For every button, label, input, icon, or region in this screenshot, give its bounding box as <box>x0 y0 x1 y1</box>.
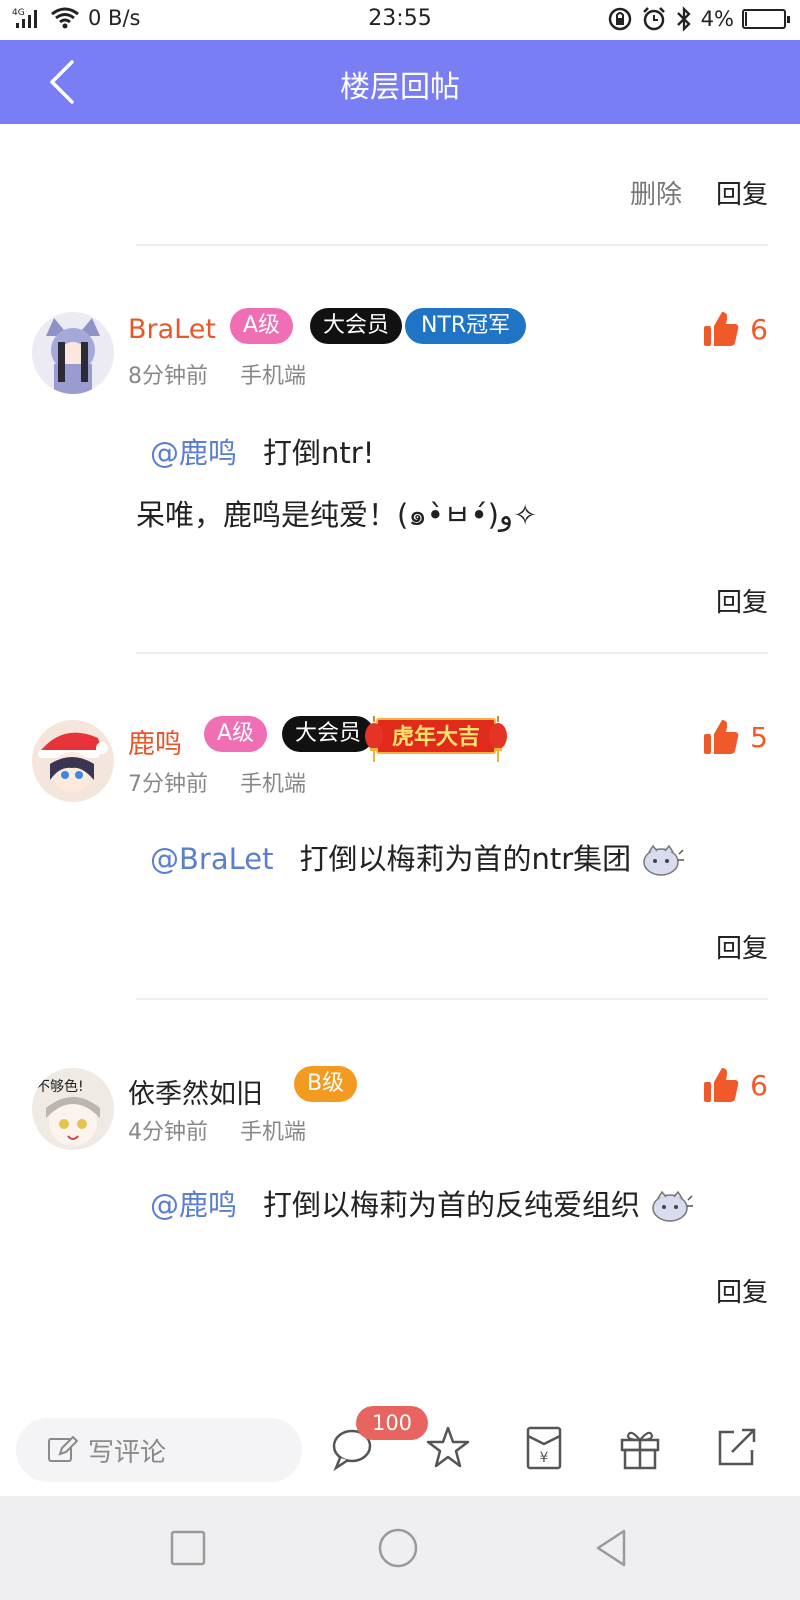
like-button[interactable]: 6 <box>702 310 768 348</box>
comment-device: 手机端 <box>240 364 307 389</box>
battery-percent: 4% <box>700 7 734 31</box>
avatar-caption: 不够色! <box>36 1079 84 1095</box>
previous-reply-actions: 删除 回复 <box>630 174 768 211</box>
avatar[interactable]: 不够色! <box>32 1068 114 1150</box>
sticker-emoji-icon <box>652 1190 694 1222</box>
home-circle-icon[interactable] <box>376 1526 420 1570</box>
festival-badge: 虎年大吉 <box>376 718 497 754</box>
svg-text:¥: ¥ <box>540 1450 549 1466</box>
recents-square-icon[interactable] <box>166 1526 210 1570</box>
title-badge: NTR冠军 <box>405 308 527 344</box>
mention-link[interactable]: @鹿鸣 <box>150 1188 237 1222</box>
reply-button[interactable]: 回复 <box>716 1272 768 1309</box>
comment-meta: 8分钟前 手机端 <box>128 358 306 390</box>
comment-time: 7分钟前 <box>128 772 208 797</box>
avatar[interactable] <box>32 312 114 394</box>
back-triangle-icon[interactable] <box>590 1526 634 1570</box>
lantern-icon <box>489 716 507 762</box>
like-button[interactable]: 5 <box>702 718 768 756</box>
bottom-toolbar: 写评论 100 ¥ <box>0 1406 800 1496</box>
system-nav-bar <box>0 1496 800 1600</box>
vip-badge: 大会员 <box>282 716 375 752</box>
top-bar: 楼层回帖 <box>0 40 800 124</box>
comment-meta: 7分钟前 手机端 <box>128 766 306 798</box>
comment-placeholder: 写评论 <box>88 1437 167 1468</box>
comment-actions: 回复 <box>716 1272 768 1309</box>
comment-input[interactable]: 写评论 <box>16 1418 302 1482</box>
comment-text-line: 打倒以梅莉为首的ntr集团 <box>299 842 632 876</box>
comment-text: @BraLet 打倒以梅莉为首的ntr集团 <box>150 836 685 878</box>
like-count: 5 <box>750 720 768 754</box>
share-icon[interactable] <box>712 1424 760 1472</box>
like-button[interactable]: 6 <box>702 1066 768 1104</box>
level-badge: A级 <box>230 308 294 344</box>
thumbs-up-icon <box>704 1068 739 1102</box>
level-badge: B级 <box>294 1066 358 1102</box>
red-packet-icon[interactable]: ¥ <box>520 1424 568 1472</box>
sticker-emoji-icon <box>643 844 685 876</box>
reply-button[interactable]: 回复 <box>716 582 768 619</box>
thumbs-up-icon <box>704 312 739 346</box>
username[interactable]: BraLet <box>128 314 216 345</box>
battery-icon <box>742 9 790 29</box>
comment-device: 手机端 <box>240 1120 307 1145</box>
username[interactable]: 鹿鸣 <box>128 722 182 761</box>
comment-text-line-2: 呆唯，鹿鸣是纯爱！(๑•̀ㅂ•́)و✧ <box>136 498 538 532</box>
comment-time: 8分钟前 <box>128 364 208 389</box>
comment-text-line: 打倒ntr! <box>263 436 375 470</box>
gift-icon[interactable] <box>616 1424 664 1472</box>
divider <box>136 244 768 246</box>
comment-count-badge: 100 <box>356 1406 428 1440</box>
star-icon[interactable] <box>424 1424 472 1472</box>
username[interactable]: 依季然如旧 <box>128 1072 263 1111</box>
comment-text: @鹿鸣 打倒以梅莉为首的反纯爱组织 <box>150 1182 694 1224</box>
vip-badge: 大会员 <box>310 308 403 344</box>
comment-device: 手机端 <box>240 772 307 797</box>
thumbs-up-icon <box>704 720 739 754</box>
bluetooth-icon <box>676 6 691 32</box>
page-title: 楼层回帖 <box>340 70 460 105</box>
comment-actions: 回复 <box>716 928 768 965</box>
reply-button[interactable]: 回复 <box>716 928 768 965</box>
level-badge: A级 <box>204 716 268 752</box>
comment-time: 4分钟前 <box>128 1120 208 1145</box>
status-bar: 4G 0 B/s 23:55 4% <box>0 0 800 40</box>
divider <box>136 652 768 654</box>
mention-link[interactable]: @BraLet <box>150 842 273 876</box>
lantern-icon <box>365 716 383 762</box>
mention-link[interactable]: @鹿鸣 <box>150 436 237 470</box>
reply-button[interactable]: 回复 <box>716 174 768 211</box>
comment-text-line: 打倒以梅莉为首的反纯爱组织 <box>263 1188 641 1222</box>
delete-button[interactable]: 删除 <box>630 174 682 211</box>
comment-meta: 4分钟前 手机端 <box>128 1114 306 1146</box>
divider <box>136 998 768 1000</box>
alarm-icon <box>642 7 665 31</box>
like-count: 6 <box>750 312 768 346</box>
like-count: 6 <box>750 1068 768 1102</box>
comment-actions: 回复 <box>716 582 768 619</box>
avatar[interactable] <box>32 720 114 802</box>
comment-text: @鹿鸣 打倒ntr! <box>150 430 374 472</box>
rotation-lock-icon <box>608 7 631 31</box>
edit-icon <box>48 1435 78 1462</box>
